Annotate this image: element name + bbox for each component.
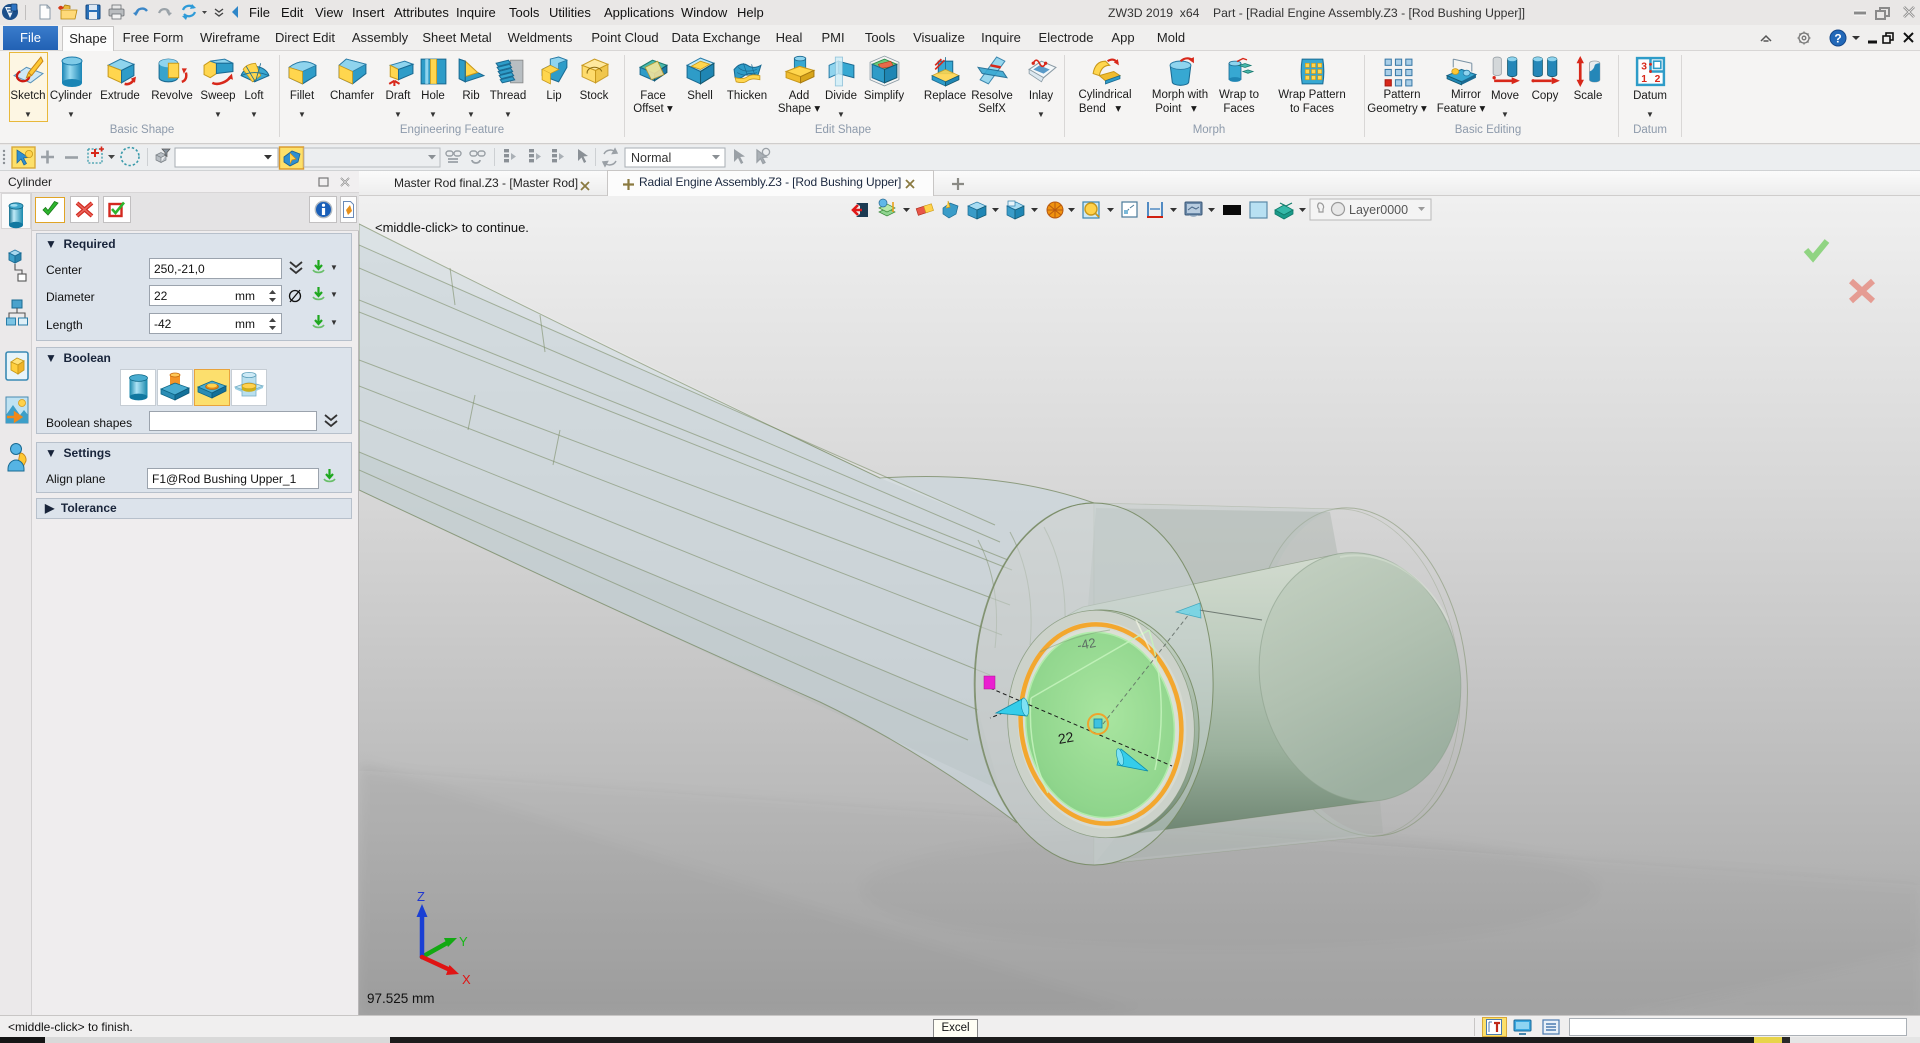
svg-text:1: 1 bbox=[1641, 74, 1647, 85]
svg-text:Y: Y bbox=[459, 934, 468, 949]
svg-text:Layer0000: Layer0000 bbox=[1349, 203, 1408, 217]
svg-text:22: 22 bbox=[1057, 728, 1075, 746]
svg-text:X: X bbox=[462, 972, 471, 987]
svg-text:<middle-click> to continue.: <middle-click> to continue. bbox=[375, 220, 529, 235]
svg-text:3: 3 bbox=[1641, 61, 1647, 72]
svg-text:2: 2 bbox=[1655, 74, 1661, 85]
svg-text:Normal: Normal bbox=[631, 151, 671, 165]
svg-text:97.525 mm: 97.525 mm bbox=[367, 991, 435, 1006]
svg-text:Z: Z bbox=[417, 889, 425, 904]
svg-text:?: ? bbox=[1834, 32, 1841, 46]
